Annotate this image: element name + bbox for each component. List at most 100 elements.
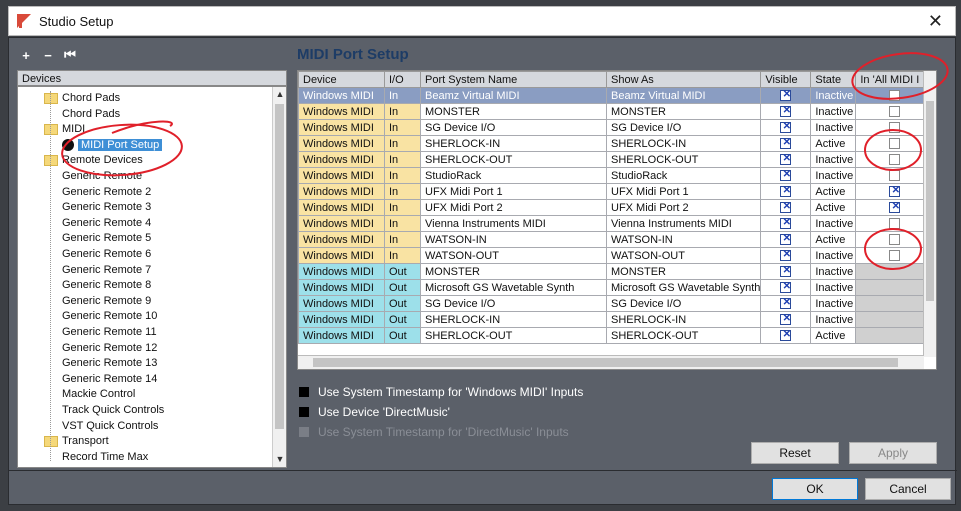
table-row[interactable]: Windows MIDIInWATSON-OUTWATSON-OUTInacti… [298, 247, 935, 264]
column-header[interactable]: Port System Name [420, 71, 607, 88]
table-row[interactable]: Windows MIDIInMONSTERMONSTERInactive [298, 103, 935, 120]
visible-checkbox[interactable] [780, 313, 792, 326]
all-midi-checkbox[interactable] [889, 122, 901, 134]
cell-show[interactable]: SG Device I/O [605, 119, 762, 136]
visible-checkbox[interactable] [780, 137, 792, 150]
visible-checkbox[interactable] [780, 153, 792, 166]
scroll-down-icon[interactable]: ▼ [273, 452, 286, 467]
all-midi-checkbox[interactable] [889, 218, 901, 230]
tree-item[interactable]: Remote Devices [44, 153, 143, 168]
visible-checkbox[interactable] [780, 105, 792, 118]
all-midi-checkbox[interactable] [889, 138, 901, 150]
table-row[interactable]: Windows MIDI In UFX Midi Port 1 UFX Midi Po… [298, 183, 935, 200]
scroll-up-icon[interactable]: ▲ [273, 87, 286, 102]
column-header[interactable]: Visible [760, 71, 812, 88]
apply-button[interactable]: Apply [849, 442, 937, 464]
tree-item[interactable]: Generic Remote 10 [62, 309, 157, 324]
ok-button[interactable]: OK [772, 478, 858, 500]
option-checkbox[interactable] [299, 407, 309, 417]
all-midi-checkbox[interactable] [889, 170, 901, 182]
cancel-button[interactable]: Cancel [865, 478, 951, 500]
reset-button[interactable]: Reset [751, 442, 839, 464]
tree-item[interactable]: Transport [44, 434, 109, 449]
tree-item[interactable]: MIDI Port Setup [62, 138, 163, 153]
close-icon[interactable]: ✕ [928, 11, 943, 32]
cell-show[interactable]: WATSON-OUT [605, 247, 762, 264]
cell-show[interactable]: SG Device I/O [605, 295, 762, 312]
tree-item[interactable]: Generic Remote 11 [62, 325, 157, 340]
table-row[interactable]: Windows MIDIInSHERLOCK-OUTSHERLOCK-OUTIn… [298, 151, 935, 168]
column-header[interactable]: State [810, 71, 857, 88]
tree-item[interactable]: VST Quick Controls [62, 419, 158, 434]
cell-show[interactable]: WATSON-IN [605, 231, 762, 248]
cell-show[interactable]: SHERLOCK-IN [605, 311, 762, 328]
add-device-button[interactable]: + [17, 46, 35, 64]
tree-item[interactable]: Generic Remote 5 [62, 231, 151, 246]
cell-show[interactable]: UFX Midi Port 2 [605, 199, 762, 216]
cell-show[interactable]: StudioRack [605, 167, 762, 184]
visible-checkbox[interactable] [780, 329, 792, 342]
table-row[interactable]: Windows MIDI In SG Device I/O SG Device I/O… [298, 119, 935, 136]
all-midi-checkbox[interactable] [889, 234, 901, 246]
table-vertical-scrollbar[interactable] [923, 71, 936, 357]
table-row[interactable]: Windows MIDIInStudioRackStudioRackInacti… [298, 167, 935, 184]
table-horizontal-scrollbar[interactable] [298, 355, 924, 369]
visible-checkbox[interactable] [780, 297, 792, 310]
table-row[interactable]: Windows MIDIInSHERLOCK-INSHERLOCK-INActi… [298, 135, 935, 152]
tree-item[interactable]: Generic Remote 7 [62, 263, 151, 278]
cell-show[interactable]: SHERLOCK-OUT [605, 151, 762, 168]
option-checkbox-row[interactable]: Use System Timestamp for 'Windows MIDI' … [297, 382, 583, 402]
table-hscroll-thumb[interactable] [313, 358, 898, 367]
tree-item[interactable]: Generic Remote 9 [62, 294, 151, 309]
cell-show[interactable]: Microsoft GS Wavetable Synth [605, 279, 762, 296]
tree-item[interactable]: Chord Pads [44, 91, 120, 106]
visible-checkbox[interactable] [780, 89, 792, 102]
cell-show[interactable]: MONSTER [605, 103, 762, 120]
visible-checkbox[interactable] [780, 169, 792, 182]
tree-item[interactable]: Generic Remote [62, 169, 142, 184]
cell-show[interactable]: MONSTER [605, 263, 762, 280]
visible-checkbox[interactable] [780, 265, 792, 278]
tree-item[interactable]: Generic Remote 14 [62, 372, 157, 387]
column-header[interactable]: Device [298, 71, 385, 88]
tree-item[interactable]: Generic Remote 8 [62, 278, 151, 293]
cell-show[interactable]: UFX Midi Port 1 [605, 183, 762, 200]
cell-show[interactable]: Beamz Virtual MIDI [605, 87, 762, 104]
table-row[interactable]: Windows MIDI In UFX Midi Port 2 UFX Midi Po… [298, 199, 935, 216]
reset-device-button[interactable]: ⏮ [61, 46, 79, 64]
table-row[interactable]: Windows MIDIInWATSON-INWATSON-INActive [298, 231, 935, 248]
tree-scroll-thumb[interactable] [275, 104, 284, 429]
option-checkbox-row[interactable]: Use Device 'DirectMusic' [297, 402, 583, 422]
visible-checkbox[interactable] [780, 201, 792, 214]
all-midi-checkbox[interactable] [889, 250, 901, 262]
tree-item[interactable]: Generic Remote 6 [62, 247, 151, 262]
column-header[interactable]: I/O [384, 71, 421, 88]
tree-item[interactable]: Track Quick Controls [62, 403, 164, 418]
table-row[interactable]: Windows MIDIOutMONSTERMONSTERInactive [298, 263, 935, 280]
tree-item[interactable]: Generic Remote 12 [62, 341, 157, 356]
tree-item[interactable]: Chord Pads [62, 107, 120, 122]
cell-show[interactable]: SHERLOCK-OUT [605, 327, 762, 344]
table-row[interactable]: Windows MIDI Out Microsoft GS Wavetable Sy… [298, 279, 935, 296]
all-midi-checkbox[interactable] [889, 201, 901, 214]
remove-device-button[interactable]: − [39, 46, 57, 64]
tree-scrollbar[interactable]: ▲ ▼ [272, 87, 286, 467]
visible-checkbox[interactable] [780, 233, 792, 246]
table-vscroll-thumb[interactable] [926, 101, 934, 301]
all-midi-checkbox[interactable] [889, 154, 901, 166]
visible-checkbox[interactable] [780, 217, 792, 230]
all-midi-checkbox[interactable] [889, 106, 901, 118]
tree-item[interactable]: Generic Remote 13 [62, 356, 157, 371]
table-row[interactable]: Windows MIDI In Beamz Virtual MIDI Beamz Vi… [298, 87, 935, 104]
table-row[interactable]: Windows MIDIOutSHERLOCK-OUTSHERLOCK-OUTA… [298, 327, 935, 344]
tree-item[interactable]: Record Time Max [62, 450, 148, 465]
visible-checkbox[interactable] [780, 121, 792, 134]
visible-checkbox[interactable] [780, 249, 792, 262]
column-header[interactable]: Show As [605, 71, 762, 88]
table-row[interactable]: Windows MIDI In Vienna Instruments MIDI Vie… [298, 215, 935, 232]
option-checkbox[interactable] [299, 387, 309, 397]
cell-show[interactable]: Vienna Instruments MIDI [605, 215, 762, 232]
table-row[interactable]: Windows MIDI Out SG Device I/O SG Device I/… [298, 295, 935, 312]
tree-item[interactable]: Generic Remote 4 [62, 216, 151, 231]
all-midi-checkbox[interactable] [889, 185, 901, 198]
